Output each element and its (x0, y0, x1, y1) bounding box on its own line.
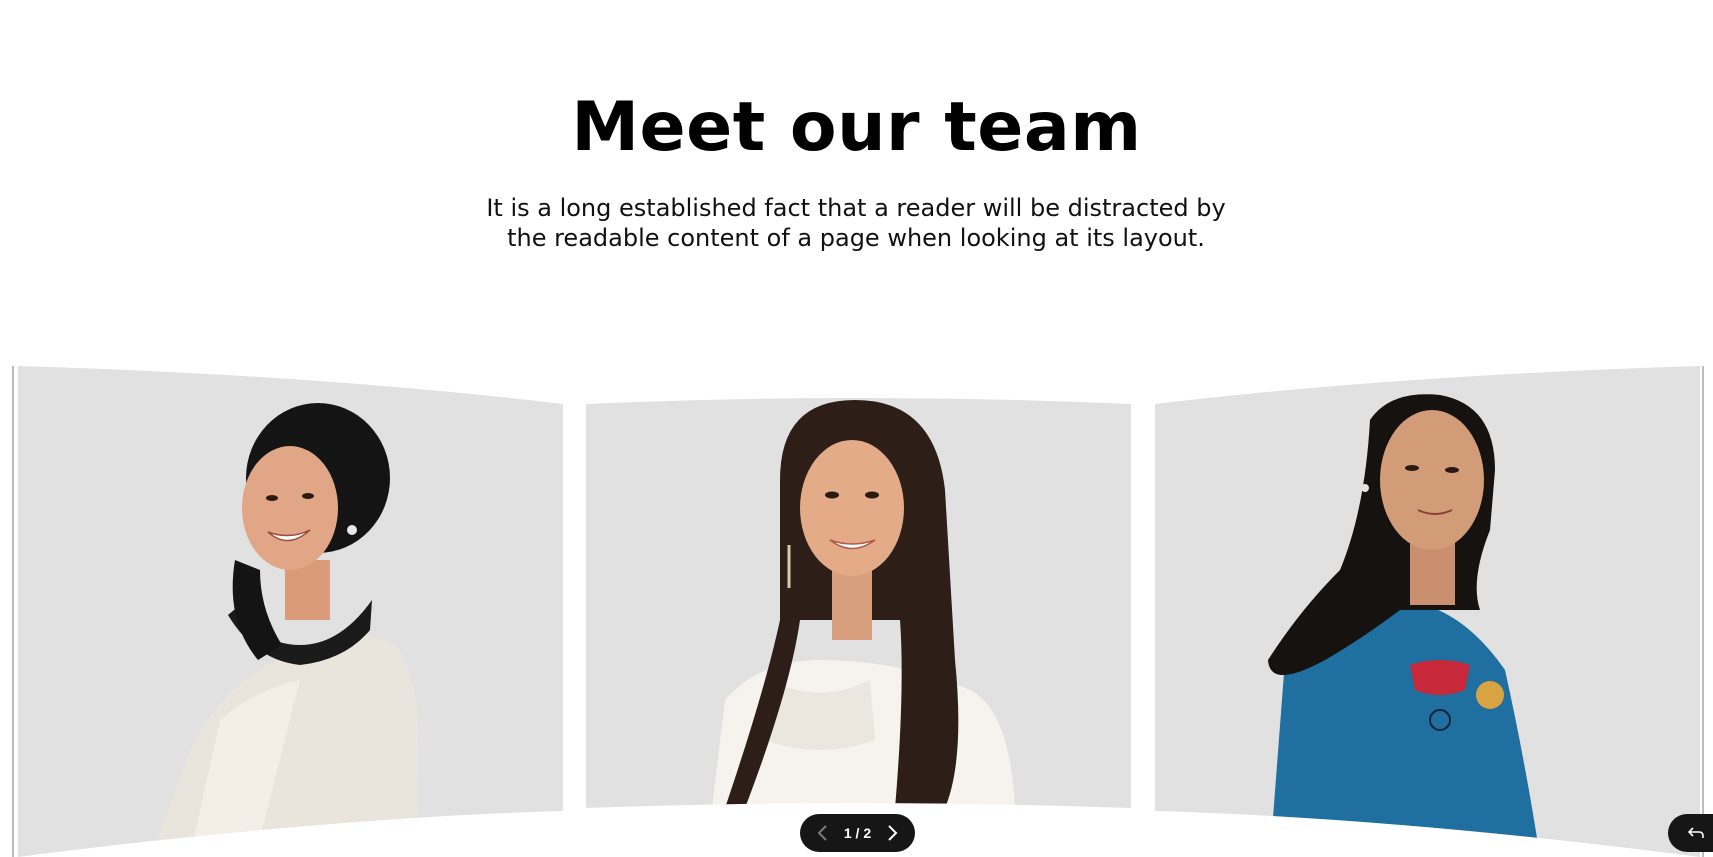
undo-icon (1688, 827, 1704, 838)
carousel-stage (0, 360, 1713, 857)
carousel-pagination: 1 / 2 (800, 814, 915, 852)
chevron-right-icon (888, 825, 898, 841)
team-card-3[interactable] (1155, 366, 1700, 857)
team-card-1[interactable] (18, 366, 563, 857)
team-card-2[interactable] (586, 398, 1131, 808)
page-title: Meet our team (571, 88, 1142, 167)
team-section: Meet our team It is a long established f… (0, 0, 1713, 857)
team-carousel[interactable] (0, 360, 1713, 857)
section-subtitle: It is a long established fact that a rea… (486, 194, 1226, 252)
prev-button[interactable] (812, 822, 834, 844)
next-button[interactable] (881, 822, 903, 844)
corner-action-button[interactable] (1668, 814, 1713, 852)
chevron-left-icon (817, 825, 827, 841)
page-counter: 1 / 2 (843, 825, 872, 841)
